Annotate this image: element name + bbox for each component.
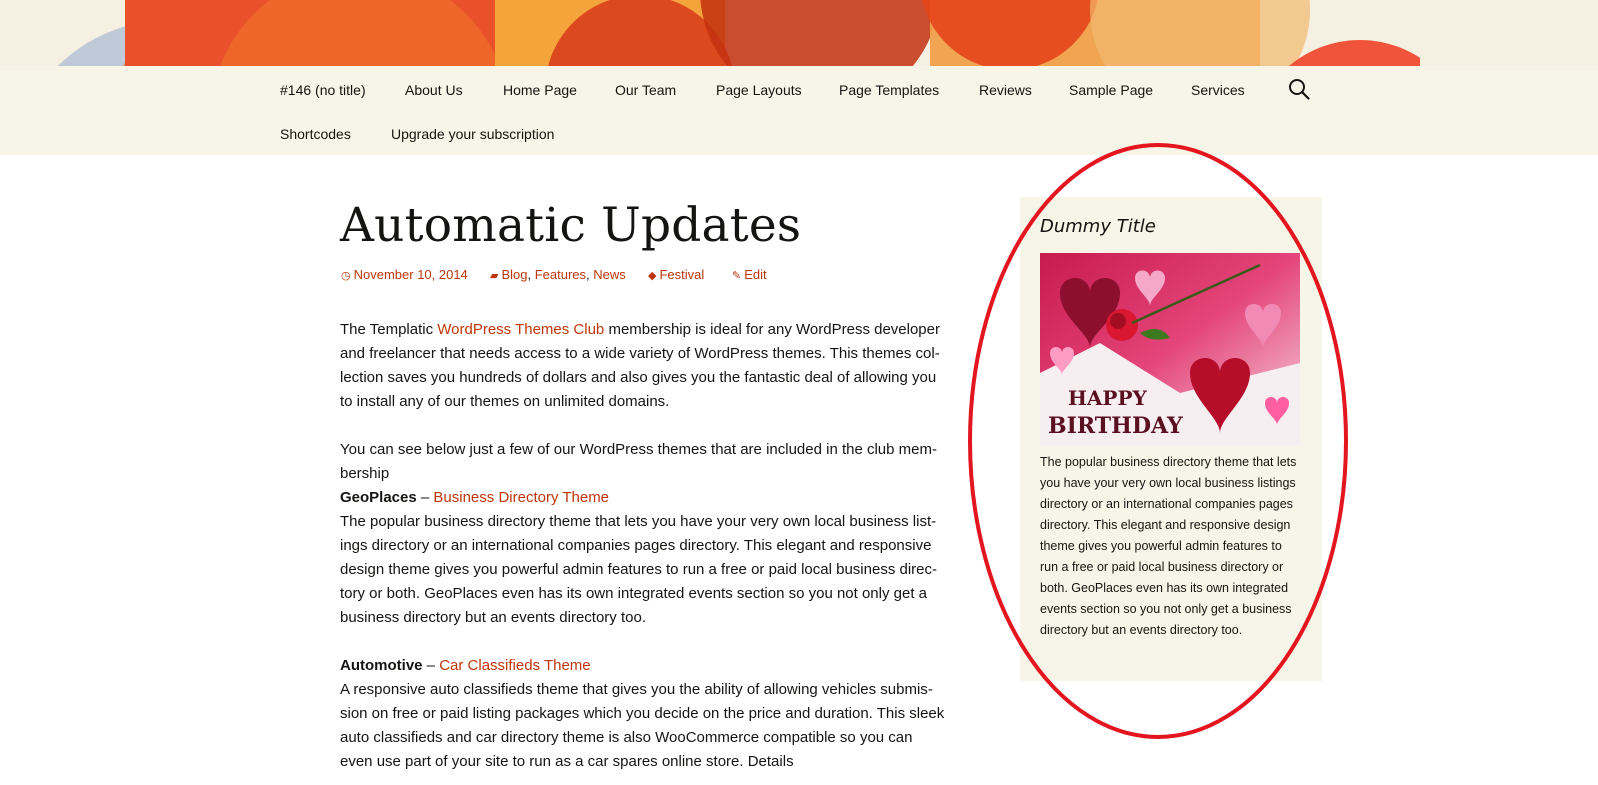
tag-icon: ◆	[648, 270, 657, 282]
clock-icon: ◷	[341, 270, 351, 282]
nav-item-our-team[interactable]: Our Team	[615, 80, 676, 100]
dash: –	[416, 489, 434, 506]
main-navigation: #146 (no title) About Us Home Page Our T…	[0, 66, 1598, 155]
intro-paragraph: The Templatic WordPress Themes Club memb…	[340, 318, 948, 414]
search-icon[interactable]	[1288, 78, 1310, 100]
header-banner	[0, 0, 1598, 66]
category-news[interactable]: News	[593, 267, 626, 282]
intro-text: The Templatic	[340, 321, 438, 338]
nav-item-sample-page[interactable]: Sample Page	[1069, 80, 1153, 100]
dash: –	[422, 657, 440, 674]
automotive-name: Automotive	[340, 657, 423, 674]
nav-item-shortcodes[interactable]: Shortcodes	[280, 124, 351, 144]
post-categories: ▰ Blog, Features, News	[490, 266, 626, 285]
header-art	[0, 0, 1598, 66]
geoplaces-heading: GeoPlaces – Business Directory Theme	[340, 486, 948, 510]
post-date[interactable]: ◷ November 10, 2014	[341, 266, 468, 285]
nav-item-about-us[interactable]: About Us	[405, 80, 463, 100]
post-tag[interactable]: ◆ Festival	[648, 266, 704, 285]
nav-item-home-page[interactable]: Home Page	[503, 80, 577, 100]
themes-club-link[interactable]: WordPress Themes Club	[437, 321, 604, 338]
business-directory-theme-link[interactable]: Business Directory Theme	[433, 489, 609, 506]
nav-item-upgrade-subscription[interactable]: Upgrade your subscription	[391, 124, 554, 144]
geoplaces-name: GeoPlaces	[340, 489, 417, 506]
pencil-icon: ✎	[732, 270, 742, 282]
folder-icon: ▰	[490, 270, 499, 282]
category-blog[interactable]: Blog	[501, 267, 527, 282]
nav-item-page-layouts[interactable]: Page Layouts	[716, 80, 802, 100]
nav-item-reviews[interactable]: Reviews	[979, 80, 1032, 100]
nav-item-page-templates[interactable]: Page Templates	[839, 80, 939, 100]
nav-item-146-no-title[interactable]: #146 (no title)	[280, 80, 366, 100]
automotive-heading: Automotive – Car Classifieds Theme	[340, 654, 948, 678]
automotive-description: A responsive auto classifieds theme that…	[340, 681, 945, 770]
themes-list-intro: You can see below just a few of our Word…	[340, 441, 937, 482]
car-classifieds-theme-link[interactable]: Car Classifieds Theme	[439, 657, 590, 674]
geoplaces-description: The popular business directory theme tha…	[340, 513, 937, 626]
post-title[interactable]: Automatic Updates	[340, 196, 801, 256]
post-edit-link[interactable]: ✎ Edit	[732, 266, 767, 285]
nav-item-services[interactable]: Services	[1191, 80, 1245, 100]
post-content: The Templatic WordPress Themes Club memb…	[340, 318, 948, 774]
category-features[interactable]: Features	[535, 267, 586, 282]
red-highlight-ellipse	[968, 143, 1348, 739]
